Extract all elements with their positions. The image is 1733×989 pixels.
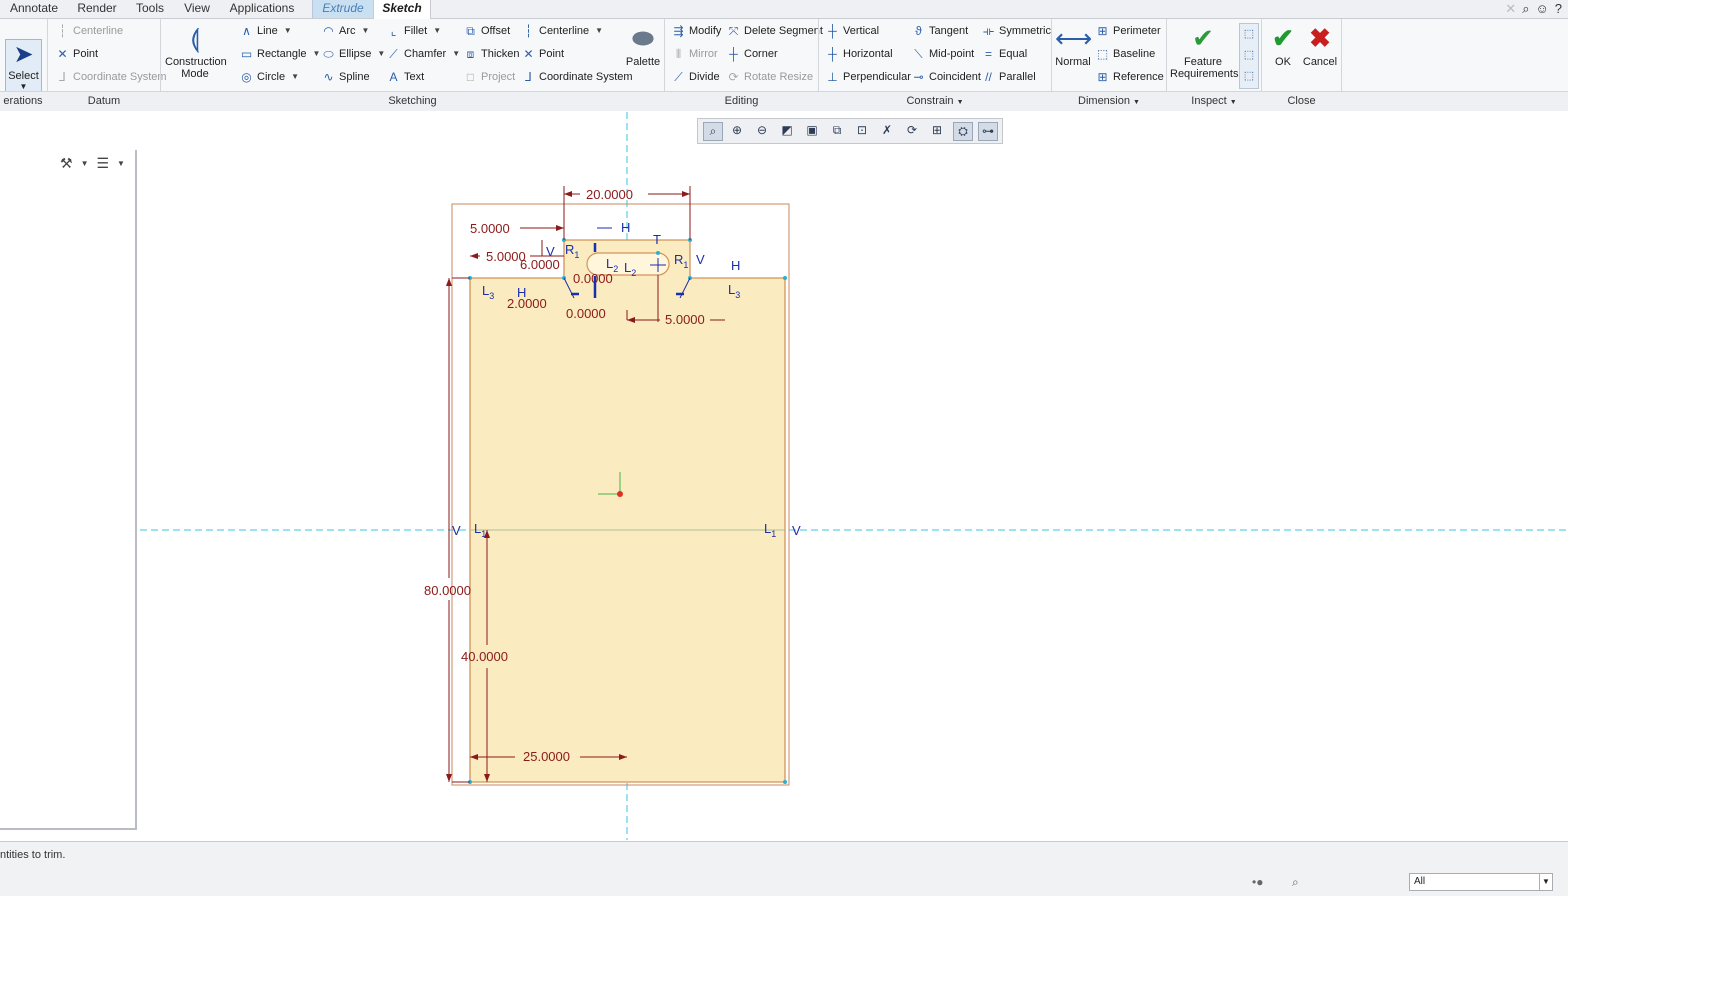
annotation-display-icon[interactable]: ⊞ [928,122,946,139]
constraint-h-top: H [621,220,630,235]
zoom-out-icon[interactable]: ⊖ [753,122,771,139]
constraint-v-l1-right: V [792,523,801,538]
datum-display-icon[interactable]: ✗ [878,122,896,139]
status-message: ntities to trim. [0,849,66,861]
chevron-down-icon[interactable]: ▼ [1539,874,1552,890]
selection-filter-select[interactable]: All ▼ [1409,873,1553,891]
dim-6[interactable]: 6.0000 [520,257,560,272]
constraint-v-left: V [546,244,555,259]
dim-0-a[interactable]: 0.0000 [573,271,613,286]
constraint-display-icon[interactable]: ⊶ [978,122,998,141]
dim-5-top[interactable]: 5.0000 [470,221,510,236]
zoom-in-icon[interactable]: ⊕ [728,122,746,139]
dim-20[interactable]: 20.0000 [586,187,633,202]
repaint-icon[interactable]: ◩ [778,122,796,139]
sketcher-display-icon[interactable]: ⛭ [953,122,973,141]
saved-views-icon[interactable]: ⧉ [828,122,846,139]
status-bar: ntities to trim. •● ⌕ All ▼ [0,841,1568,896]
dim-0-b[interactable]: 0.0000 [566,306,606,321]
sketch-view-icon[interactable]: ⊡ [853,122,871,139]
constraint-t: T [653,232,661,247]
dim-2[interactable]: 2.0000 [507,296,547,311]
find-icon[interactable]: ⌕ [1292,875,1299,890]
status-indicator-icon: •● [1252,875,1264,889]
sketch-profile[interactable] [469,239,786,783]
constraint-h-left: H [517,285,526,300]
constraint-v-right: V [696,252,705,267]
dim-40[interactable]: 40.0000 [461,649,508,664]
dim-80[interactable]: 80.0000 [424,583,471,598]
view-toolbar: ⌕ ⊕ ⊖ ◩ ▣ ⧉ ⊡ ✗ ⟳ ⊞ ⛭ ⊶ [697,118,1003,144]
display-style-icon[interactable]: ▣ [803,122,821,139]
spin-center-icon[interactable]: ⟳ [903,122,921,139]
dim-5-right[interactable]: 5.0000 [665,312,705,327]
constraint-v-l1-left: V [452,523,461,538]
refit-icon[interactable]: ⌕ [703,122,723,141]
constraint-h-right: H [731,258,740,273]
dim-25[interactable]: 25.0000 [523,749,570,764]
